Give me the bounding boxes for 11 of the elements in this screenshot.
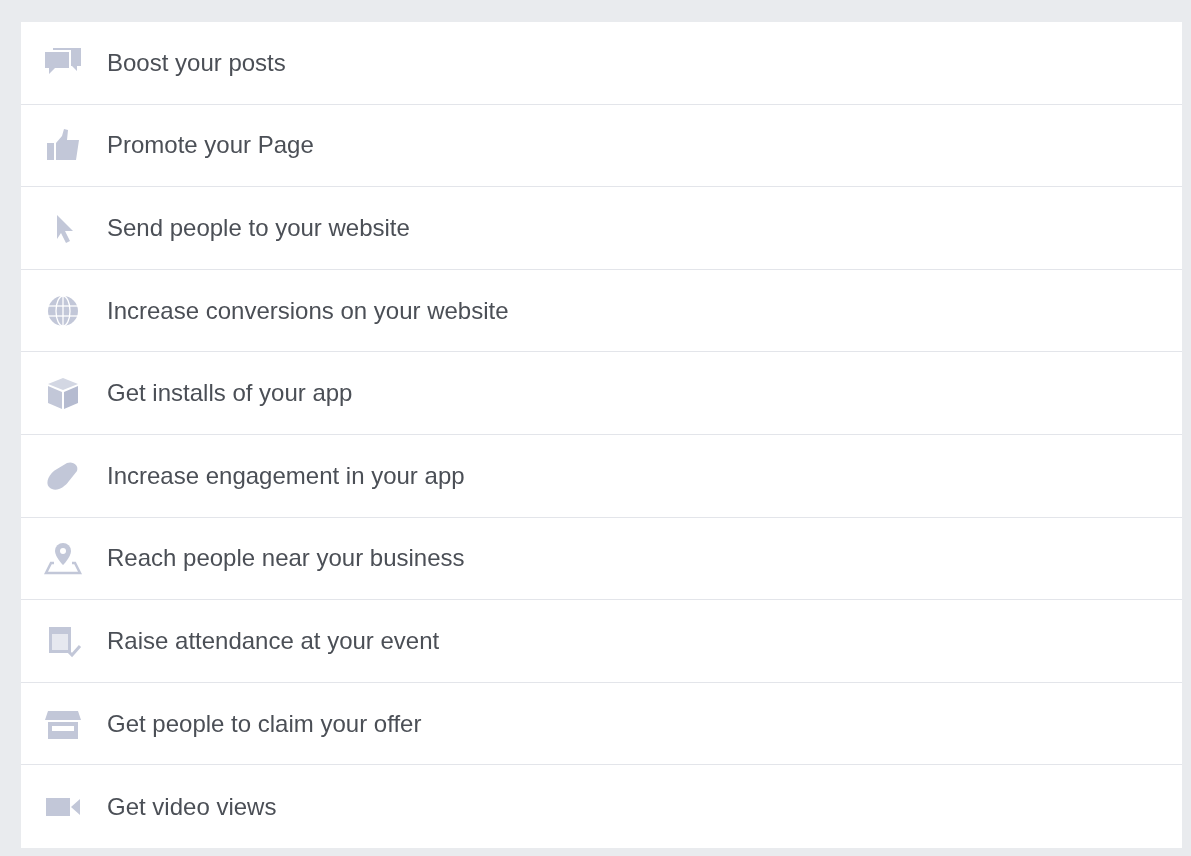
objective-option[interactable]: Get video views [107, 788, 277, 825]
objective-option[interactable]: Promote your Page [107, 127, 314, 164]
map-pin-icon [43, 541, 83, 576]
objective-option[interactable]: Increase engagement in your app [107, 457, 465, 494]
objective-option[interactable]: Boost your posts [107, 44, 286, 81]
objective-option[interactable]: Get people to claim your offer [107, 705, 422, 742]
objective-option[interactable]: Get installs of your app [107, 375, 353, 412]
objective-option[interactable]: Raise attendance at your event [107, 622, 440, 659]
objective-option[interactable]: Increase conversions on your website [107, 292, 509, 329]
objective-option[interactable]: Reach people near your business [107, 540, 465, 577]
objective-option[interactable]: Send people to your website [107, 210, 410, 246]
